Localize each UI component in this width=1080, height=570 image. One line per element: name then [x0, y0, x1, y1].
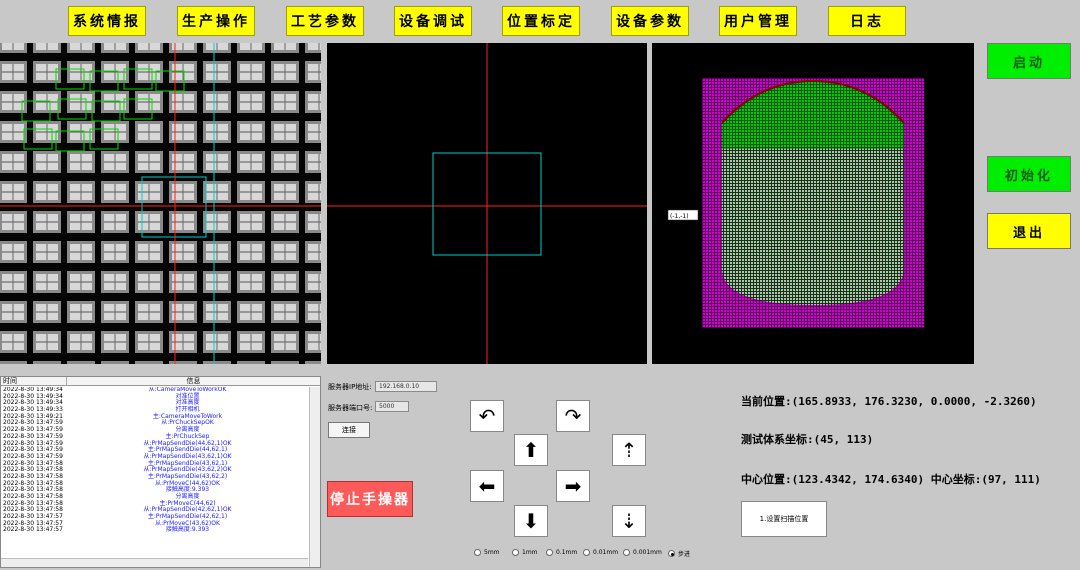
step-label: 0.001mm	[633, 549, 662, 556]
tab-position-calibration[interactable]: 位置标定	[502, 6, 580, 36]
step-radio-0.1mm[interactable]: 0.1mm	[546, 549, 577, 556]
z-up-icon: ⇡	[620, 438, 638, 462]
center-position-text: 中心位置:(123.4342, 174.6340) 中心坐标:(97, 111)	[741, 473, 1041, 486]
step-radio-1mm[interactable]: 1mm	[512, 549, 538, 556]
current-position-text: 当前位置:(165.8933, 176.3230, 0.0000, -2.326…	[741, 395, 1037, 408]
arrow-left-icon: ⬅	[478, 474, 496, 498]
server-port-label: 服务器端口号:	[328, 404, 373, 412]
jog-down-button[interactable]: ⬇	[514, 505, 548, 537]
z-down-icon: ⇣	[620, 509, 638, 533]
stop-manipulator-button[interactable]: 停止手操器	[327, 481, 413, 517]
log-horizontal-scrollbar[interactable]	[1, 558, 308, 567]
tab-user-management[interactable]: 用户管理	[719, 6, 797, 36]
step-radio-0.01mm[interactable]: 0.01mm	[583, 549, 618, 556]
rotate-cw-icon: ↷	[564, 404, 582, 428]
tab-production[interactable]: 生产操作	[177, 6, 255, 36]
wafer-map-image: (-1,-1)	[667, 78, 924, 328]
step-label: 5mm	[484, 549, 500, 556]
tab-process-params[interactable]: 工艺参数	[286, 6, 364, 36]
die-grid-image	[0, 43, 321, 364]
step-radio-5mm[interactable]: 5mm	[474, 549, 500, 556]
step-label: 0.01mm	[593, 549, 619, 556]
log-rows: 2022-8-30 13:49:34 从:CameraMoveToWorkOK 20…	[1, 387, 308, 557]
start-button[interactable]: 启动	[987, 43, 1071, 79]
radio-dot	[623, 549, 630, 556]
init-button[interactable]: 初始化	[987, 156, 1071, 192]
radio-dot	[583, 549, 590, 556]
log-vertical-scrollbar[interactable]	[309, 387, 320, 567]
connect-button[interactable]: 连接	[328, 422, 370, 438]
step-radio-stepping[interactable]: 步进	[668, 549, 690, 558]
z-down-button[interactable]: ⇣	[612, 505, 646, 537]
radio-dot	[546, 549, 553, 556]
tab-device-debug[interactable]: 设备调试	[394, 6, 472, 36]
z-up-button[interactable]: ⇡	[612, 434, 646, 466]
log-col-info[interactable]: 信息	[67, 377, 320, 385]
radio-dot	[512, 549, 519, 556]
radio-dot	[474, 549, 481, 556]
step-label: 0.1mm	[556, 549, 578, 556]
tab-system-info[interactable]: 系统情报	[68, 6, 146, 36]
jog-right-button[interactable]: ➡	[556, 470, 590, 502]
wafer-map-view[interactable]: (-1,-1)	[652, 43, 974, 364]
exit-button[interactable]: 退出	[987, 213, 1071, 249]
log-message: 接触高度:9.393	[165, 526, 210, 534]
log-col-time[interactable]: 时间	[1, 377, 67, 385]
test-coordinate-text: 测试体系坐标:(45, 113)	[741, 433, 874, 446]
rotate-ccw-icon: ↶	[478, 404, 496, 428]
server-ip-field[interactable]: 192.168.0.10	[375, 381, 437, 392]
crosshair-image	[327, 43, 647, 364]
step-label: 步进	[678, 551, 691, 558]
jog-left-button[interactable]: ⬅	[470, 470, 504, 502]
log-list[interactable]: 时间 信息 2022-8-30 13:49:34 从:CameraMoveToWo…	[0, 376, 321, 568]
jog-up-button[interactable]: ⬆	[514, 434, 548, 466]
step-radio-0.001mm[interactable]: 0.001mm	[623, 549, 662, 556]
arrow-up-icon: ⬆	[522, 438, 540, 462]
step-label: 1mm	[522, 549, 538, 556]
server-port-field[interactable]: 5000	[375, 401, 409, 412]
log-row[interactable]: 2022-8-30 13:47:57 接触高度:9.393	[1, 527, 308, 534]
log-header: 时间 信息	[1, 377, 320, 386]
set-scan-position-button[interactable]: 1.设置扫描位置	[741, 501, 827, 537]
wafer-coord-label: (-1,-1)	[670, 213, 689, 220]
server-ip-label: 服务器IP地址:	[328, 383, 372, 391]
camera-view-die-grid[interactable]	[0, 43, 321, 364]
arrow-down-icon: ⬇	[522, 509, 540, 533]
log-time: 2022-8-30 13:47:57	[3, 526, 63, 534]
tab-device-params[interactable]: 设备参数	[611, 6, 689, 36]
radio-dot-selected	[668, 550, 675, 557]
arrow-right-icon: ➡	[564, 474, 582, 498]
rotate-cw-button[interactable]: ↷	[556, 400, 590, 432]
camera-view-crosshair[interactable]	[327, 43, 647, 364]
tab-log[interactable]: 日志	[828, 6, 906, 36]
main-tab-bar: 系统情报 生产操作 工艺参数 设备调试 位置标定 设备参数 用户管理 日志	[0, 0, 1080, 42]
rotate-ccw-button[interactable]: ↶	[470, 400, 504, 432]
